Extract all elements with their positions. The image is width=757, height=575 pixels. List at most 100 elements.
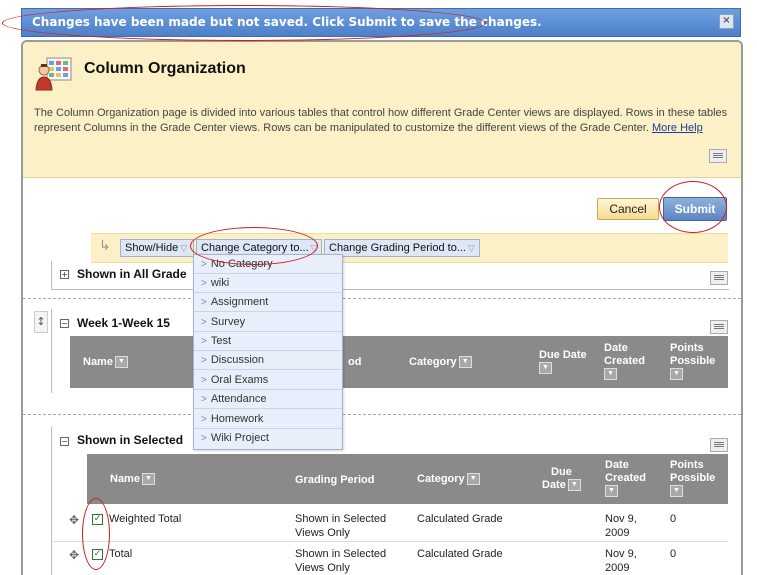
close-icon[interactable]: × bbox=[719, 14, 734, 29]
col-grading-period-label: od bbox=[348, 356, 362, 368]
show-hide-button[interactable]: Show/Hide ▽ bbox=[120, 239, 194, 257]
row-period-line-2: Views Only bbox=[295, 562, 350, 574]
collapse-icon[interactable]: − bbox=[60, 319, 69, 328]
col-due-date[interactable]: Due Date ▼ bbox=[539, 349, 587, 375]
chevron-right-icon: > bbox=[201, 297, 207, 308]
dropdown-item[interactable]: > Wiki Project bbox=[194, 429, 342, 447]
chevron-right-icon: > bbox=[201, 317, 207, 328]
dropdown-item-label: Homework bbox=[210, 413, 264, 425]
banner-message: Changes have been made but not saved. Cl… bbox=[32, 15, 542, 29]
header-options-icon[interactable] bbox=[709, 149, 727, 163]
collapse-icon[interactable]: − bbox=[60, 437, 69, 446]
dropdown-item-label: No Category bbox=[210, 258, 273, 270]
page-header: Column Organization The Column Organizat… bbox=[23, 42, 741, 178]
dropdown-item[interactable]: > Oral Exams bbox=[194, 371, 342, 390]
submit-button[interactable]: Submit bbox=[663, 197, 727, 221]
row-category: Calculated Grade bbox=[417, 548, 503, 560]
col-category-label: Category bbox=[417, 473, 465, 485]
section-options-icon[interactable] bbox=[710, 320, 728, 334]
row-date-line-1: Nov 9, bbox=[605, 548, 637, 560]
table-row: ✥ ✓ Total Shown in Selected Views Only Ca… bbox=[51, 541, 728, 575]
row-date-line-2: 2009 bbox=[605, 527, 630, 539]
drag-handle-icon[interactable]: ↕ bbox=[34, 311, 48, 333]
col-points-label-1: Points bbox=[670, 342, 704, 354]
change-grading-period-label: Change Grading Period to... bbox=[329, 242, 466, 254]
dropdown-item[interactable]: > Attendance bbox=[194, 390, 342, 409]
col-category[interactable]: Category ▼ bbox=[417, 473, 480, 486]
row-checkbox[interactable]: ✓ bbox=[92, 514, 103, 525]
cancel-button[interactable]: Cancel bbox=[597, 198, 659, 220]
column-organization-icon bbox=[35, 57, 72, 91]
col-name[interactable]: Name ▼ bbox=[83, 356, 128, 369]
col-points-possible[interactable]: Points Possible ▼ bbox=[670, 342, 715, 381]
dropdown-item-label: Wiki Project bbox=[210, 432, 269, 444]
move-icon[interactable]: ✥ bbox=[69, 548, 79, 562]
more-help-link[interactable]: More Help bbox=[652, 122, 703, 134]
sort-icon[interactable]: ▼ bbox=[605, 485, 618, 498]
col-points-possible[interactable]: Points Possible ▼ bbox=[670, 459, 715, 498]
col-name[interactable]: Name ▼ bbox=[110, 473, 155, 486]
unsaved-changes-banner: Changes have been made but not saved. Cl… bbox=[21, 8, 741, 37]
col-date-created-label-1: Date bbox=[604, 342, 628, 354]
chevron-right-icon: > bbox=[201, 375, 207, 386]
dropdown-item[interactable]: > Assignment bbox=[194, 293, 342, 312]
col-points-label-2: Possible bbox=[670, 355, 716, 367]
page-title: Column Organization bbox=[84, 60, 246, 77]
dropdown-item[interactable]: > Test bbox=[194, 332, 342, 351]
table-row: ✥ ✓ Weighted Total Shown in Selected View… bbox=[51, 505, 728, 542]
main-panel: Column Organization The Column Organizat… bbox=[21, 40, 743, 575]
col-date-created[interactable]: Date Created ▼ bbox=[605, 459, 646, 498]
col-date-created[interactable]: Date Created ▼ bbox=[604, 342, 645, 381]
description-text: The Column Organization page is divided … bbox=[34, 107, 728, 134]
move-icon[interactable]: ✥ bbox=[69, 513, 79, 527]
action-bar: ↳ Show/Hide ▽ Change Category to... ▽ Chan… bbox=[91, 233, 728, 263]
col-date-created-label-2: Created bbox=[605, 472, 646, 484]
selected-table-header: Name ▼ Grading Period Category ▼ Due Date ▼ … bbox=[87, 454, 728, 504]
row-checkbox[interactable]: ✓ bbox=[92, 549, 103, 560]
col-due-date-label-1: Due bbox=[551, 466, 572, 478]
sort-icon[interactable]: ▼ bbox=[458, 356, 472, 369]
sort-icon[interactable]: ▼ bbox=[141, 473, 155, 486]
col-due-date[interactable]: Due Date ▼ bbox=[542, 466, 581, 492]
sort-icon[interactable]: ▼ bbox=[466, 473, 480, 486]
col-category-label: Category bbox=[409, 356, 457, 368]
chevron-right-icon: > bbox=[201, 278, 207, 289]
chevron-right-icon: > bbox=[201, 355, 207, 366]
row-grading-period: Shown in Selected Views Only bbox=[295, 512, 386, 540]
chevron-down-icon: ▽ bbox=[467, 243, 475, 253]
chevron-right-icon: > bbox=[201, 259, 207, 270]
row-period-line-2: Views Only bbox=[295, 527, 350, 539]
dropdown-item[interactable]: > Survey bbox=[194, 313, 342, 332]
col-grading-period-label: Grading Period bbox=[295, 474, 375, 486]
col-points-label-1: Points bbox=[670, 459, 704, 471]
sort-icon[interactable]: ▼ bbox=[567, 479, 581, 492]
section-options-icon[interactable] bbox=[710, 271, 728, 285]
divider bbox=[23, 298, 741, 299]
dropdown-item-label: Discussion bbox=[210, 354, 265, 366]
sort-icon[interactable]: ▼ bbox=[670, 368, 683, 381]
row-grading-period: Shown in Selected Views Only bbox=[295, 547, 386, 575]
row-date-line-1: Nov 9, bbox=[605, 513, 637, 525]
sort-icon[interactable]: ▼ bbox=[114, 356, 128, 369]
dropdown-item[interactable]: > No Category bbox=[194, 255, 342, 274]
col-category[interactable]: Category ▼ bbox=[409, 356, 472, 369]
change-grading-period-button[interactable]: Change Grading Period to... ▽ bbox=[324, 239, 480, 257]
dropdown-item[interactable]: > Discussion bbox=[194, 351, 342, 370]
expand-icon[interactable]: + bbox=[60, 270, 69, 279]
sort-icon[interactable]: ▼ bbox=[539, 362, 552, 375]
change-category-label: Change Category to... bbox=[201, 242, 309, 254]
row-points: 0 bbox=[670, 548, 677, 560]
category-dropdown-menu: > No Category > wiki > Assignment > Survey >… bbox=[193, 254, 343, 450]
chevron-right-icon: > bbox=[201, 394, 207, 405]
dropdown-item-label: Test bbox=[210, 335, 232, 347]
chevron-right-icon: > bbox=[201, 433, 207, 444]
dropdown-item[interactable]: > wiki bbox=[194, 274, 342, 293]
section-options-icon[interactable] bbox=[710, 438, 728, 452]
sort-icon[interactable]: ▼ bbox=[604, 368, 617, 381]
chevron-right-icon: > bbox=[201, 414, 207, 425]
section-title-selected: Shown in Selected bbox=[77, 433, 184, 447]
sort-icon[interactable]: ▼ bbox=[670, 485, 683, 498]
col-due-date-label: Due Date bbox=[539, 349, 587, 361]
dropdown-item[interactable]: > Homework bbox=[194, 410, 342, 429]
chevron-down-icon: ▽ bbox=[180, 243, 188, 253]
